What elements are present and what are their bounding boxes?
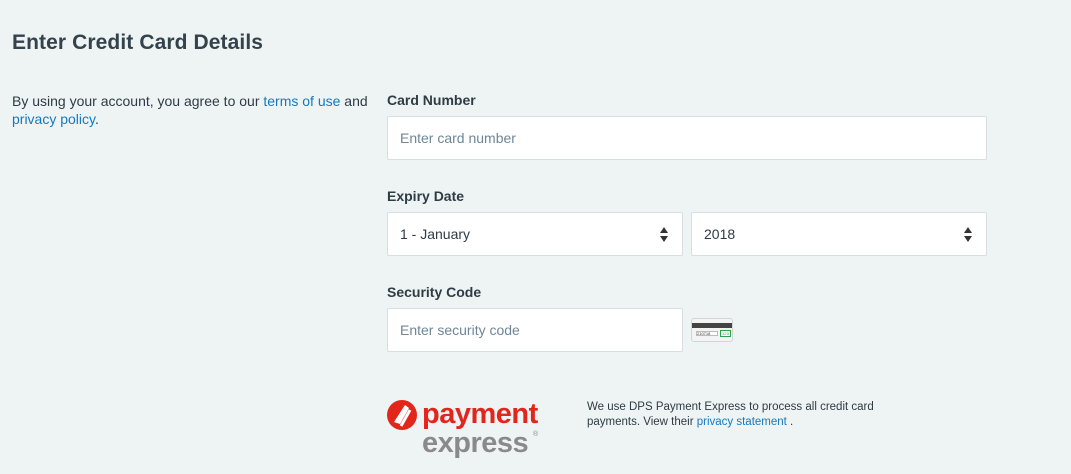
terms-of-use-link[interactable]: terms of use bbox=[263, 93, 340, 109]
expiry-year-value: 2018 bbox=[704, 226, 736, 242]
footer-note-suffix: . bbox=[786, 416, 794, 428]
privacy-policy-link[interactable]: privacy policy bbox=[12, 111, 95, 127]
card-number-input[interactable] bbox=[400, 117, 986, 159]
card-back-cvv-icon: 210718 123 bbox=[691, 318, 733, 342]
agreement-prefix: By using your account, you agree to our bbox=[12, 93, 264, 109]
expiry-month-select[interactable]: 1 - January bbox=[387, 212, 683, 256]
payment-express-emblem-icon bbox=[387, 400, 417, 430]
payment-express-logo: payment express ® bbox=[387, 398, 539, 458]
expiry-year-select[interactable]: 2018 bbox=[691, 212, 987, 256]
signature-strip: 210718 bbox=[696, 331, 718, 336]
agreement-middle: and bbox=[340, 93, 368, 109]
expiry-date-label: Expiry Date bbox=[387, 188, 465, 204]
page-title: Enter Credit Card Details bbox=[12, 31, 264, 54]
magnetic-stripe bbox=[692, 323, 732, 328]
card-number-label: Card Number bbox=[387, 92, 476, 108]
footer-note: We use DPS Payment Express to process al… bbox=[587, 400, 887, 430]
registered-mark: ® bbox=[533, 430, 539, 438]
security-code-input[interactable] bbox=[400, 309, 682, 351]
security-code-label: Security Code bbox=[387, 284, 482, 300]
logo-word-payment: payment bbox=[422, 398, 539, 430]
expiry-month-value: 1 - January bbox=[400, 226, 471, 242]
cvv-highlight: 123 bbox=[720, 330, 731, 337]
select-arrows-icon bbox=[964, 226, 972, 242]
logo-word-express: express bbox=[422, 427, 528, 458]
security-code-field-box bbox=[387, 308, 683, 352]
agreement-text: By using your account, you agree to our … bbox=[12, 92, 372, 128]
card-number-field-box bbox=[387, 116, 987, 160]
agreement-suffix: . bbox=[95, 111, 99, 127]
privacy-statement-link[interactable]: privacy statement bbox=[697, 416, 787, 428]
select-arrows-icon bbox=[660, 226, 668, 242]
